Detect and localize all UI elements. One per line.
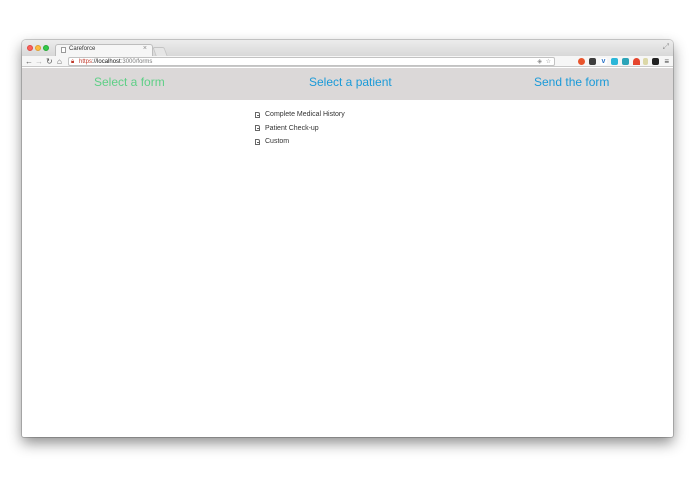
back-arrow-icon[interactable]: ← bbox=[25, 56, 33, 67]
close-window-button[interactable] bbox=[27, 45, 33, 51]
form-item-complete-medical-history[interactable]: Complete Medical History bbox=[255, 108, 345, 122]
lock-icon: 🔒︎ bbox=[71, 59, 75, 65]
form-list: Complete Medical History Patient Check-u… bbox=[255, 108, 345, 149]
extension-red-icon[interactable] bbox=[633, 58, 640, 65]
form-label: Patient Check-up bbox=[265, 124, 319, 132]
extension-stack-icon[interactable] bbox=[652, 58, 659, 65]
home-icon[interactable]: ⌂ bbox=[57, 56, 62, 67]
fullscreen-icon[interactable]: ⤢ bbox=[663, 42, 669, 52]
document-icon bbox=[255, 125, 260, 132]
extension-pocket-icon[interactable] bbox=[589, 58, 596, 65]
extension-cyan-icon[interactable] bbox=[622, 58, 629, 65]
document-icon bbox=[255, 111, 260, 118]
reload-icon[interactable]: ↻ bbox=[46, 56, 53, 67]
form-label: Custom bbox=[265, 138, 290, 146]
step-select-form[interactable]: Select a form bbox=[94, 74, 165, 90]
form-label: Complete Medical History bbox=[265, 111, 345, 119]
step-header: Select a form Select a patient Send the … bbox=[22, 68, 673, 100]
new-tab-button[interactable] bbox=[152, 47, 168, 56]
forward-arrow-icon[interactable]: → bbox=[35, 56, 43, 67]
title-bar: Careforce × ⤢ bbox=[22, 40, 673, 56]
step-send-form[interactable]: Send the form bbox=[534, 74, 609, 90]
browser-window: Careforce × ⤢ ← → ↻ ⌂ 🔒︎ https://localho… bbox=[22, 40, 673, 437]
tab-title: Careforce bbox=[69, 46, 96, 52]
minimize-window-button[interactable] bbox=[35, 45, 41, 51]
tab-close-icon[interactable]: × bbox=[143, 45, 147, 52]
address-bar[interactable]: 🔒︎ https://localhost:3000/forms ◈ ☆ bbox=[68, 57, 555, 66]
document-icon bbox=[255, 138, 260, 145]
browser-tab[interactable]: Careforce × bbox=[55, 44, 153, 56]
maximize-window-button[interactable] bbox=[43, 45, 49, 51]
form-item-custom[interactable]: Custom bbox=[255, 135, 345, 149]
extension-note-icon[interactable] bbox=[643, 58, 648, 65]
bookmark-star-icon[interactable]: ☆ bbox=[546, 58, 551, 66]
page-icon bbox=[61, 47, 66, 53]
form-item-patient-check-up[interactable]: Patient Check-up bbox=[255, 122, 345, 136]
step-select-patient[interactable]: Select a patient bbox=[309, 74, 392, 90]
browser-toolbar: ← → ↻ ⌂ 🔒︎ https://localhost:3000/forms … bbox=[22, 56, 673, 67]
extension-opera-icon[interactable] bbox=[578, 58, 585, 65]
url-text: https://localhost:3000/forms bbox=[79, 59, 153, 65]
extension-teal-icon[interactable] bbox=[611, 58, 618, 65]
extension-v-icon[interactable]: v bbox=[600, 58, 607, 65]
shield-icon[interactable]: ◈ bbox=[537, 58, 542, 66]
hamburger-menu-icon[interactable]: ≡ bbox=[664, 56, 669, 67]
